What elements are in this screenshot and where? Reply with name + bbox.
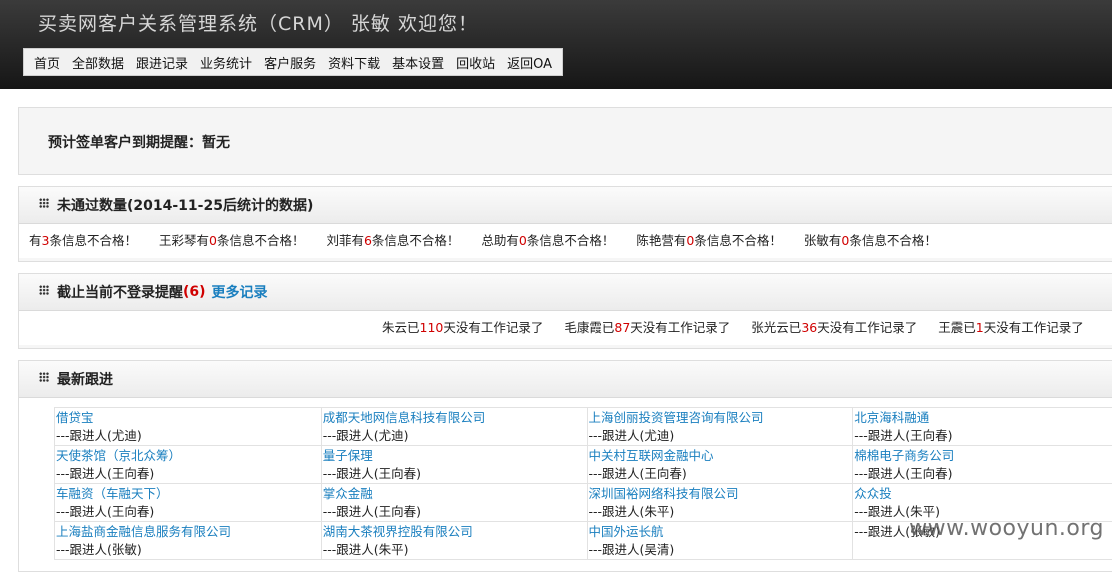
nav-business-stats[interactable]: 业务统计 [194,53,258,72]
table-row: 天使茶馆（京北众筹）---跟进人(王向春) 量子保理---跟进人(王向春) 中关… [55,446,1112,484]
follow-cell: 成都天地网信息科技有限公司---跟进人(尤迪) [321,408,587,446]
follow-cell: 中国外运长航---跟进人(吴清) [587,522,853,560]
nav-settings[interactable]: 基本设置 [386,53,450,72]
company-link[interactable]: 北京海科融通 [854,409,1112,427]
follower-text: ---跟进人(王向春) [56,503,321,521]
follow-cell: 棉棉电子商务公司---跟进人(王向春) [853,446,1112,484]
follower-text: ---跟进人(朱平) [589,503,853,521]
follower-text: ---跟进人(尤迪) [56,427,321,445]
reminder-value: 暂无 [202,135,230,151]
company-link[interactable]: 车融资（车融天下） [56,485,321,503]
failed-item: 陈艳营有0条信息不合格！ [636,233,781,248]
follower-text: ---跟进人(王向春) [323,465,587,483]
reminder-panel: 预计签单客户到期提醒：暂无 [18,107,1112,175]
follow-cell: 湖南大茶视界控股有限公司---跟进人(朱平) [321,522,587,560]
follower-text: ---跟进人(王向春) [323,503,587,521]
follower-text: ---跟进人(王向春) [854,465,1112,483]
no-login-panel: 截止当前不登录提醒(6) 更多记录 朱云已110天没有工作记录了 毛康霞已87天… [18,273,1112,349]
follower-text: ---跟进人(吴清) [589,541,853,559]
table-row: 借贷宝---跟进人(尤迪) 成都天地网信息科技有限公司---跟进人(尤迪) 上海… [55,408,1112,446]
main-nav: 首页 全部数据 跟进记录 业务统计 客户服务 资料下载 基本设置 回收站 返回O… [23,48,563,76]
more-records-link[interactable]: 更多记录 [212,282,268,302]
reminder-label: 预计签单客户到期提醒： [48,135,202,151]
nav-customer-service[interactable]: 客户服务 [258,53,322,72]
no-login-list: 朱云已110天没有工作记录了 毛康霞已87天没有工作记录了 张光云已36天没有工… [19,311,1112,345]
latest-follow-title: 最新跟进 [57,369,113,389]
latest-follow-header: 最新跟进 [19,361,1112,398]
follower-text: ---跟进人(尤迪) [323,427,587,445]
company-link[interactable]: 深圳国裕网络科技有限公司 [589,485,853,503]
nav-back-to-oa[interactable]: 返回OA [501,53,558,72]
failed-count-title: 未通过数量(2014-11-25后统计的数据) [57,195,313,215]
follower-text: ---跟进人(王向春) [589,465,853,483]
no-login-item: 毛康霞已87天没有工作记录了 [564,320,730,335]
company-link[interactable]: 掌众金融 [323,485,587,503]
follower-text: ---跟进人(王向春) [56,465,321,483]
company-link[interactable]: 中国外运长航 [589,523,853,541]
follow-cell: 车融资（车融天下）---跟进人(王向春) [55,484,322,522]
no-login-item: 张光云已36天没有工作记录了 [751,320,917,335]
failed-count-list: 有3条信息不合格！ 王彩琴有0条信息不合格！ 刘菲有6条信息不合格！ 总助有0条… [19,224,1112,258]
follow-cell: 深圳国裕网络科技有限公司---跟进人(朱平) [587,484,853,522]
failed-item: 王彩琴有0条信息不合格！ [159,233,304,248]
failed-item: 有3条信息不合格！ [29,233,137,248]
follow-cell: 上海盐商金融信息服务有限公司---跟进人(张敏) [55,522,322,560]
failed-item: 张敏有0条信息不合格！ [804,233,937,248]
no-login-title: 截止当前不登录提醒 [57,282,183,302]
nav-all-data[interactable]: 全部数据 [66,53,130,72]
follower-text: ---跟进人(王向春) [854,427,1112,445]
company-link[interactable]: 中关村互联网金融中心 [589,447,853,465]
nav-home[interactable]: 首页 [28,53,66,72]
grid-icon [39,285,49,295]
company-link[interactable]: 成都天地网信息科技有限公司 [323,409,587,427]
follower-text: ---跟进人(朱平) [323,541,587,559]
failed-count-panel: 未通过数量(2014-11-25后统计的数据) 有3条信息不合格！ 王彩琴有0条… [18,186,1112,262]
company-link[interactable]: 棉棉电子商务公司 [854,447,1112,465]
grid-icon [39,372,49,382]
failed-count-header: 未通过数量(2014-11-25后统计的数据) [19,187,1112,224]
app-title: 买卖网客户关系管理系统（CRM） 张敏 欢迎您！ [38,9,478,36]
follow-cell: 量子保理---跟进人(王向春) [321,446,587,484]
nav-recycle-bin[interactable]: 回收站 [450,53,501,72]
follower-text: ---跟进人(尤迪) [589,427,853,445]
grid-icon [39,198,49,208]
nav-downloads[interactable]: 资料下载 [322,53,386,72]
no-login-header: 截止当前不登录提醒(6) 更多记录 [19,274,1112,311]
company-link[interactable]: 湖南大茶视界控股有限公司 [323,523,587,541]
company-link[interactable]: 借贷宝 [56,409,321,427]
company-link[interactable]: 上海盐商金融信息服务有限公司 [56,523,321,541]
follower-text: ---跟进人(张敏) [56,541,321,559]
follow-cell: 中关村互联网金融中心---跟进人(王向春) [587,446,853,484]
watermark: www.wooyun.org [909,516,1104,541]
no-login-item: 王震已1天没有工作记录了 [938,320,1083,335]
reminder-text: 预计签单客户到期提醒：暂无 [48,132,230,152]
no-login-item: 朱云已110天没有工作记录了 [382,320,543,335]
follow-cell: 北京海科融通---跟进人(王向春) [853,408,1112,446]
app-header: 买卖网客户关系管理系统（CRM） 张敏 欢迎您！ 首页 全部数据 跟进记录 业务… [0,0,1112,89]
follow-cell: 借贷宝---跟进人(尤迪) [55,408,322,446]
follow-cell: 掌众金融---跟进人(王向春) [321,484,587,522]
no-login-count: (6) [183,284,206,300]
nav-follow-records[interactable]: 跟进记录 [130,53,194,72]
company-link[interactable]: 天使茶馆（京北众筹） [56,447,321,465]
failed-item: 刘菲有6条信息不合格！ [326,233,459,248]
follow-cell: 天使茶馆（京北众筹）---跟进人(王向春) [55,446,322,484]
company-link[interactable]: 量子保理 [323,447,587,465]
company-link[interactable]: 众众投 [854,485,1112,503]
company-link[interactable]: 上海创丽投资管理咨询有限公司 [589,409,853,427]
follow-cell: 上海创丽投资管理咨询有限公司---跟进人(尤迪) [587,408,853,446]
failed-item: 总助有0条信息不合格！ [481,233,614,248]
